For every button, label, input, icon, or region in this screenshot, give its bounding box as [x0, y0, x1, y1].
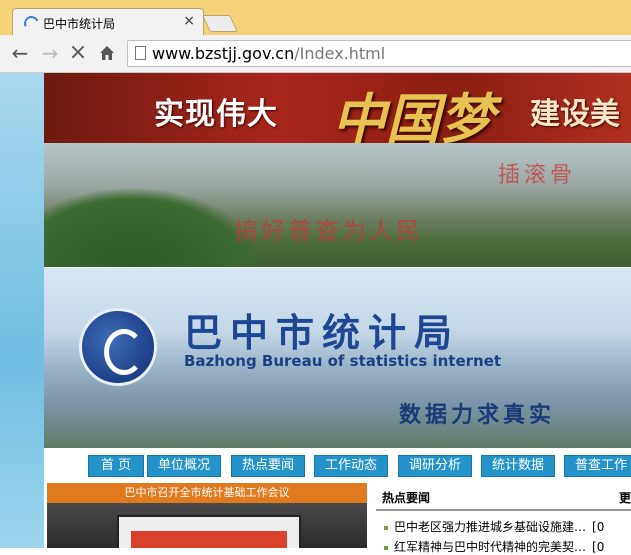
news-photo-image[interactable] [47, 503, 367, 548]
menu-item-home[interactable]: 首 页 [88, 455, 144, 477]
projector-screen [117, 515, 301, 548]
stop-loading-icon[interactable]: × [66, 41, 90, 65]
loading-spinner-icon [21, 13, 42, 34]
hot-news-more-link[interactable]: 更 [619, 489, 631, 506]
site-title-en: Bazhong Bureau of statistics internet [184, 352, 502, 370]
list-item[interactable]: 红军精神与巴中时代精神的完美契… [0 [384, 538, 604, 555]
hot-news-title: 热点要闻 [382, 491, 431, 505]
menu-item-hot-news[interactable]: 热点要闻 [231, 455, 305, 477]
browser-tab[interactable]: 巴中市统计局 × [12, 8, 204, 36]
menu-item-work-news[interactable]: 工作动态 [314, 455, 388, 477]
new-tab-button[interactable] [202, 15, 238, 32]
tab-strip: 巴中市统计局 × [0, 0, 631, 36]
browser-chrome: 巴中市统计局 × ← → × www.bzstjj.gov.cn/Index.h… [0, 0, 631, 73]
news-link[interactable]: 巴中老区强力推进城乡基础设施建… [394, 520, 586, 534]
hot-news-header: 热点要闻 更 [376, 485, 631, 511]
menu-item-census[interactable]: 普查工作 [564, 455, 631, 477]
tab-title: 巴中市统计局 [43, 17, 116, 31]
banner-slogan-dream: 中国梦 [332, 87, 494, 143]
header-slogan: 数据力求真实 [399, 402, 556, 428]
back-arrow-icon[interactable]: ← [8, 41, 32, 65]
news-date: [0 [592, 540, 605, 554]
web-page: 实现伟大 中国梦 建设美 插滚骨 搞好普查为人民 巴中市统计局 Bazhong … [0, 73, 631, 554]
site-header-banner: 巴中市统计局 Bazhong Bureau of statistics inte… [44, 268, 631, 448]
bullet-icon [384, 525, 388, 530]
home-icon[interactable] [95, 41, 119, 65]
site-title-cn: 巴中市统计局 [184, 310, 461, 355]
banner-calligraphy-left: 搞好普查为人民 [234, 217, 423, 245]
news-photo-caption[interactable]: 巴中市召开全市统计基础工作会议 [47, 483, 367, 503]
news-date: [0 [592, 520, 605, 534]
page-icon [135, 46, 146, 60]
banner-slogan-left: 实现伟大 [154, 97, 278, 132]
list-item[interactable]: 巴中老区强力推进城乡基础设施建… [0 [384, 518, 604, 535]
census-city-banner: 插滚骨 搞好普查为人民 [44, 143, 631, 267]
url-text[interactable]: www.bzstjj.gov.cn/Index.html [152, 44, 385, 63]
hill-graphic [44, 187, 264, 267]
menu-item-about[interactable]: 单位概况 [147, 455, 221, 477]
forward-arrow-icon[interactable]: → [38, 41, 62, 65]
left-side-decoration [0, 73, 44, 548]
hot-news-panel: 热点要闻 更 巴中老区强力推进城乡基础设施建… [0 红军精神与巴中时代精神的完美… [376, 485, 631, 554]
banner-slogan-right: 建设美 [530, 97, 620, 132]
address-bar[interactable]: www.bzstjj.gov.cn/Index.html [127, 40, 631, 67]
menu-item-statistics[interactable]: 统计数据 [481, 455, 555, 477]
browser-toolbar: ← → × www.bzstjj.gov.cn/Index.html [0, 35, 631, 73]
news-photo-box[interactable]: 巴中市召开全市统计基础工作会议 [47, 483, 367, 548]
news-link[interactable]: 红军精神与巴中时代精神的完美契… [394, 540, 586, 554]
close-tab-icon[interactable]: × [183, 13, 195, 29]
china-dream-banner: 实现伟大 中国梦 建设美 [44, 73, 631, 143]
banner-calligraphy-right: 插滚骨 [498, 163, 577, 188]
main-menu: 首 页 单位概况 热点要闻 工作动态 调研分析 统计数据 普查工作 [44, 453, 631, 477]
bureau-logo [79, 308, 157, 386]
menu-item-research[interactable]: 调研分析 [398, 455, 472, 477]
